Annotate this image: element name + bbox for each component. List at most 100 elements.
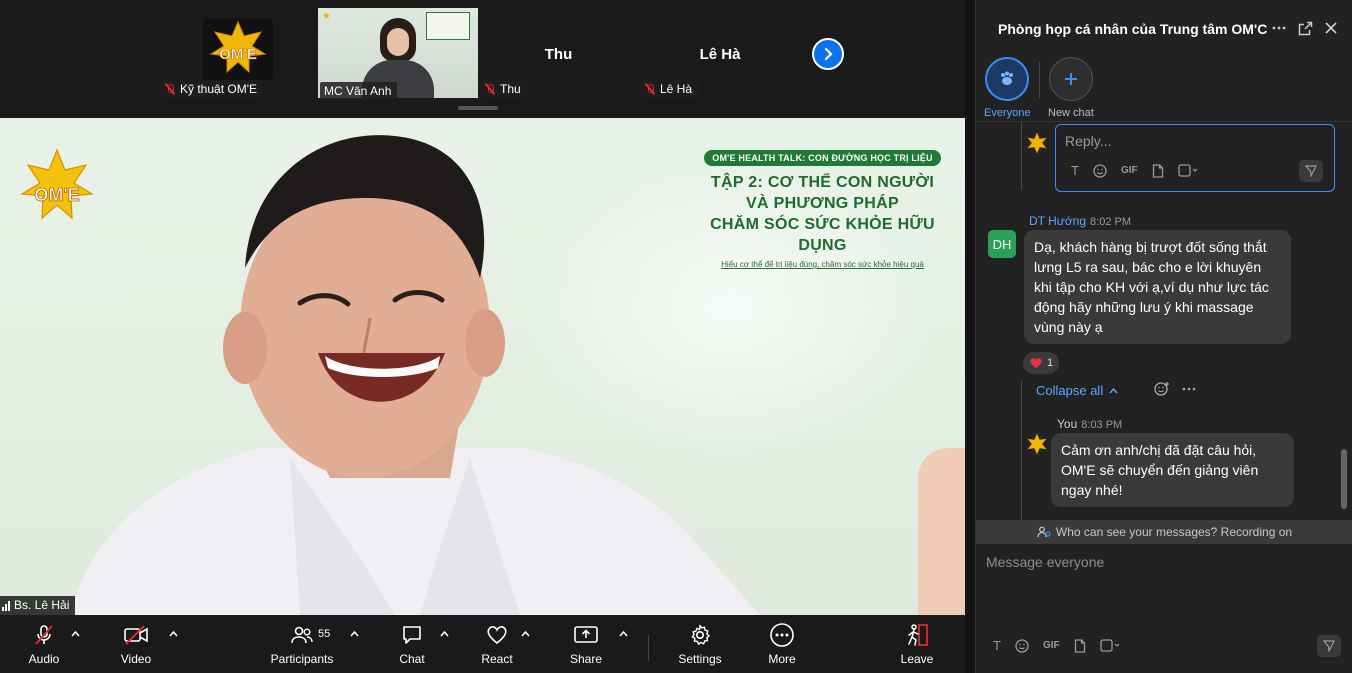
participant-display-name: Lê Hà	[699, 46, 741, 63]
mic-muted-icon	[35, 625, 53, 645]
tab-new-chat[interactable]: New chat	[1048, 57, 1094, 119]
send-icon	[1323, 640, 1335, 652]
thread-line	[1021, 380, 1022, 520]
chevron-up-icon	[439, 631, 449, 637]
message-sender: DT Hướng 8:02 PM	[1029, 214, 1131, 228]
react-label: React	[481, 652, 513, 666]
share-label: Share	[569, 652, 603, 666]
svg-text:OM'E: OM'E	[34, 185, 79, 205]
text-format-icon[interactable]: T	[993, 638, 1001, 653]
muted-mic-icon	[484, 83, 496, 95]
text-format-icon[interactable]: T	[1071, 163, 1079, 178]
meeting-toolbar: Audio Video Participants 55 Chat React S…	[0, 615, 965, 673]
paw-group-icon	[1001, 71, 1014, 85]
share-button[interactable]: Share	[566, 621, 606, 669]
poster-title-block: OM'E HEALTH TALK: CON ĐƯỜNG HỌC TRỊ LIỆU…	[700, 148, 945, 269]
chat-options-caret[interactable]	[439, 629, 449, 639]
star-avatar-icon	[1027, 433, 1047, 455]
message-sender: You 8:03 PM	[1057, 417, 1122, 431]
message-scrollbar[interactable]	[1341, 449, 1347, 509]
file-icon[interactable]	[1152, 163, 1164, 178]
react-options-caret[interactable]	[520, 629, 530, 639]
tab-everyone-label: Everyone	[984, 107, 1031, 119]
screenshot-icon[interactable]	[1177, 163, 1198, 178]
send-button[interactable]	[1317, 635, 1341, 657]
next-page-button[interactable]	[812, 38, 844, 70]
file-icon[interactable]	[1074, 638, 1086, 653]
message-list[interactable]: Reply... T GIF DH DT Hướng 8:02 PM Dạ, k…	[976, 122, 1352, 520]
participants-label: Participants	[270, 652, 334, 666]
emoji-icon[interactable]	[1093, 163, 1107, 178]
signal-strength-icon	[2, 600, 10, 611]
speaker-hand	[918, 448, 965, 615]
participant-tile-le-ha[interactable]: Lê Hà Lê Hà	[640, 8, 800, 100]
sender-name[interactable]: DT Hướng	[1029, 214, 1086, 228]
screenshot-icon[interactable]	[1099, 638, 1120, 653]
panel-gap	[965, 0, 975, 673]
audio-options-caret[interactable]	[70, 629, 80, 639]
avatar[interactable]: DH	[988, 230, 1016, 258]
sender-name: You	[1057, 417, 1078, 431]
close-button[interactable]	[1323, 20, 1339, 36]
message-composer: Message everyone T GIF	[976, 544, 1352, 673]
video-button[interactable]: Video	[116, 621, 156, 669]
participant-name: Thu	[500, 82, 521, 96]
meeting-window: OM'E Kỹ thuật OM'E ★ MC Vân Anh Thu Thu …	[0, 0, 1352, 673]
poster-line: VÀ PHƯƠNG PHÁP	[746, 195, 899, 212]
participant-tile-thu[interactable]: Thu Thu	[480, 8, 620, 100]
reply-send-button[interactable]	[1299, 160, 1323, 182]
collapse-all-label: Collapse all	[1036, 383, 1104, 398]
heart-reaction-icon	[1030, 358, 1042, 368]
pop-out-button[interactable]	[1297, 20, 1313, 36]
message-bubble[interactable]: Cảm ơn anh/chị đã đặt câu hỏi, OM'E sẽ c…	[1051, 433, 1294, 507]
heart-icon	[487, 626, 507, 645]
more-button[interactable]: More	[762, 621, 802, 669]
add-reaction-icon[interactable]	[1154, 381, 1170, 397]
person-visibility-icon	[1037, 526, 1051, 538]
video-options-caret[interactable]	[168, 629, 178, 639]
chevron-up-icon	[618, 631, 628, 637]
participants-options-caret[interactable]	[349, 629, 359, 639]
tab-everyone[interactable]: Everyone	[984, 57, 1030, 119]
participant-strip: OM'E Kỹ thuật OM'E ★ MC Vân Anh Thu Thu …	[0, 0, 965, 118]
chat-button[interactable]: Chat	[392, 621, 432, 669]
visibility-notice[interactable]: Who can see your messages? Recording on	[976, 520, 1352, 544]
share-options-caret[interactable]	[618, 629, 628, 639]
participant-name: MC Vân Anh	[324, 84, 392, 98]
leave-label: Leave	[900, 652, 934, 666]
participants-count: 55	[318, 628, 331, 640]
more-dots-icon	[770, 623, 794, 647]
message-bubble[interactable]: Dạ, khách hàng bị trượt đốt sống thắt lư…	[1024, 230, 1291, 344]
react-button[interactable]: React	[477, 621, 517, 669]
participant-tile-mc[interactable]: ★ MC Vân Anh	[318, 8, 478, 100]
gif-button[interactable]: GIF	[1043, 640, 1060, 651]
leave-door-icon	[908, 624, 928, 646]
send-icon	[1305, 165, 1317, 177]
settings-button[interactable]: Settings	[676, 621, 724, 669]
gif-button[interactable]: GIF	[1121, 165, 1138, 176]
emoji-icon[interactable]	[1015, 638, 1029, 653]
poster-subtitle: Hiểu cơ thể để trị liệu đúng, chăm sóc s…	[721, 260, 924, 269]
share-screen-icon	[574, 626, 598, 643]
reply-input[interactable]: Reply...	[1065, 133, 1111, 149]
reaction-chip[interactable]: 1	[1023, 352, 1060, 374]
reply-format-toolbar: T GIF	[1071, 163, 1198, 178]
collapse-all-button[interactable]: Collapse all	[1036, 383, 1118, 398]
audio-button[interactable]: Audio	[24, 621, 64, 669]
ellipsis-icon[interactable]	[1182, 381, 1196, 397]
poster-line: TẬP 2: CƠ THỂ CON NGƯỜI	[710, 174, 935, 191]
chevron-up-icon	[168, 631, 178, 637]
participant-name-chip: Thu	[480, 80, 527, 98]
participant-name: Lê Hà	[660, 82, 693, 96]
leave-button[interactable]: Leave	[897, 621, 937, 669]
more-options-button[interactable]	[1271, 20, 1287, 36]
compose-format-toolbar: T GIF	[993, 638, 1120, 653]
chevron-right-icon	[824, 47, 833, 61]
message-input[interactable]: Message everyone	[986, 554, 1104, 570]
strip-drag-handle[interactable]	[458, 106, 498, 110]
reply-input-box[interactable]: Reply... T GIF	[1055, 124, 1335, 192]
participants-icon	[291, 626, 313, 644]
participant-tile-ky-thuat[interactable]: Kỹ thuật OM'E	[160, 8, 270, 100]
thread-line	[1021, 122, 1022, 190]
participant-name: Kỹ thuật OM'E	[180, 82, 257, 96]
